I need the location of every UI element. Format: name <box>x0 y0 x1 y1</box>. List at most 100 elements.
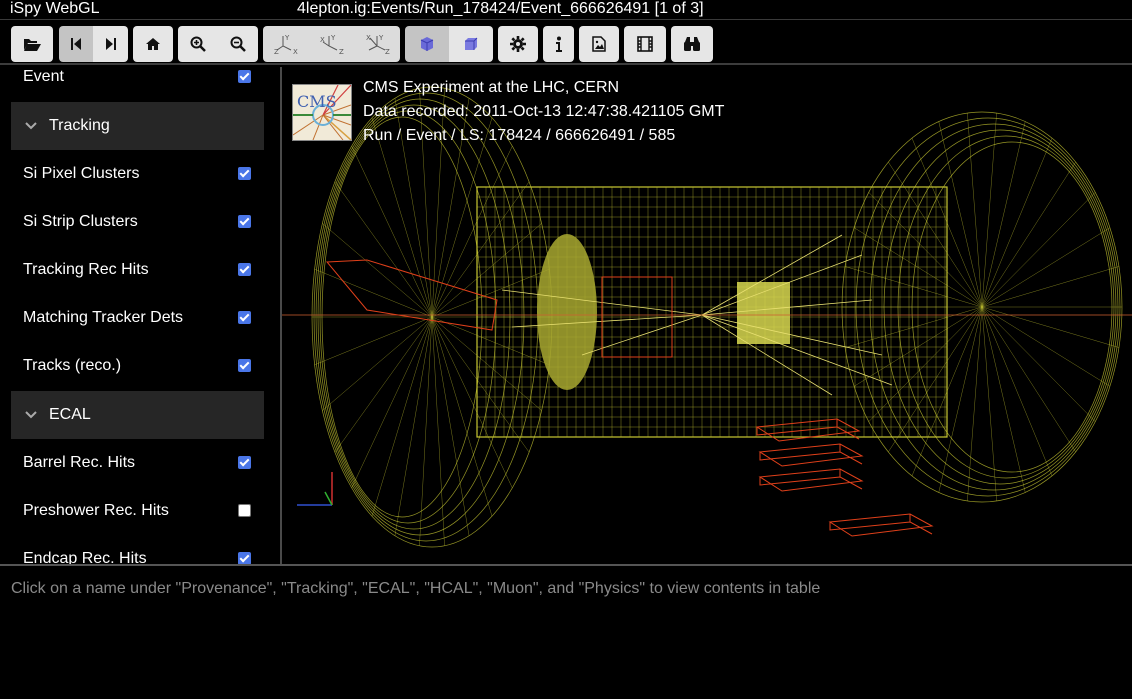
sidebar-item-tracking-rec-hits[interactable]: Tracking Rec Hits <box>0 246 264 294</box>
right-endcap-spoke <box>888 161 983 308</box>
home-view-button[interactable] <box>133 26 173 62</box>
left-endcap-spoke <box>351 316 433 489</box>
barrel-rec-hits-checkbox[interactable] <box>238 456 251 469</box>
left-endcap-spoke <box>322 223 433 318</box>
si-strip-clusters-checkbox[interactable] <box>238 215 251 228</box>
tracking-rec-hits-checkbox[interactable] <box>238 263 251 276</box>
left-endcap-spoke <box>431 316 530 453</box>
cube-perspective-icon <box>420 37 434 51</box>
info-icon <box>555 36 562 52</box>
info-button[interactable] <box>543 26 574 62</box>
film-icon <box>637 36 653 52</box>
right-endcap-spoke <box>981 192 1096 308</box>
left-endcap-spoke <box>431 316 470 536</box>
event-checkbox[interactable] <box>238 70 251 83</box>
left-endcap-spoke <box>334 181 433 318</box>
matching-tracker-dets-checkbox[interactable] <box>238 311 251 324</box>
right-endcap-spoke <box>981 306 1120 348</box>
sidebar-item-label: Matching Tracker Dets <box>23 309 184 326</box>
right-endcap-spoke <box>981 306 1053 476</box>
previous-event-button[interactable] <box>59 26 93 62</box>
right-endcap-spoke <box>868 192 983 308</box>
cms-logo-graphic: CMS <box>293 85 351 140</box>
app-name: iSpy WebGL <box>10 0 100 17</box>
svg-text:Y: Y <box>284 34 290 42</box>
search-button[interactable] <box>671 26 713 62</box>
axes-3d-icon: YZ X <box>366 34 390 56</box>
preshower-rec-hits-checkbox[interactable] <box>238 504 251 517</box>
track-line <box>701 314 893 386</box>
open-file-button[interactable] <box>11 26 53 62</box>
sidebar-item-label: Endcap Rec. Hits <box>23 550 147 564</box>
view-xy-button[interactable]: YX Z <box>263 26 309 62</box>
pixel-barrel-blob <box>737 282 790 344</box>
event-display-canvas[interactable]: CMS CMS Experiment at the LHC, CERN Data… <box>282 67 1132 564</box>
settings-button[interactable] <box>498 26 538 62</box>
right-endcap-spoke <box>981 121 1026 308</box>
tracker-endcap-blob <box>537 234 597 390</box>
sidebar-item-si-pixel-clusters[interactable]: Si Pixel Clusters <box>0 150 264 198</box>
perspective-button[interactable] <box>405 26 449 62</box>
svg-text:CMS: CMS <box>297 92 337 111</box>
section-label: Tracking <box>49 117 110 134</box>
animate-button[interactable] <box>624 26 666 62</box>
zoom-out-button[interactable] <box>218 26 258 62</box>
left-endcap-spoke <box>322 316 433 411</box>
left-endcap-spoke <box>314 316 433 366</box>
zoom-in-button[interactable] <box>178 26 218 62</box>
sidebar-item-barrel-rec-hits[interactable]: Barrel Rec. Hits <box>0 439 264 487</box>
event-file-title: 4lepton.ig:Events/Run_178424/Event_66662… <box>297 0 704 17</box>
endcap-rec-hits-checkbox[interactable] <box>238 552 251 564</box>
muon-chamber <box>758 468 864 492</box>
sidebar: Event Tracking Si Pixel Clusters Si Stri… <box>0 67 280 564</box>
sidebar-item-preshower-rec-hits[interactable]: Preshower Rec. Hits <box>0 487 264 535</box>
right-endcap-spoke <box>981 266 1120 308</box>
binoculars-icon <box>684 37 700 51</box>
axis-z <box>324 491 333 506</box>
section-ecal[interactable]: ECAL <box>11 391 264 439</box>
section-label: ECAL <box>49 406 91 423</box>
sidebar-item-event[interactable]: Event <box>0 67 264 101</box>
orthographic-button[interactable] <box>449 26 493 62</box>
right-endcap-spoke <box>981 306 997 501</box>
cube-orthographic-icon <box>465 37 478 50</box>
left-endcap-spoke <box>314 268 433 318</box>
step-backward-icon <box>71 38 81 50</box>
export-image-button[interactable] <box>579 26 619 62</box>
right-endcap-spoke <box>844 306 983 348</box>
zoom-in-icon <box>190 36 206 52</box>
left-endcap-spoke <box>419 88 433 318</box>
left-endcap-spoke <box>431 268 550 318</box>
left-endcap-spoke <box>431 223 542 318</box>
sidebar-item-matching-tracker-dets[interactable]: Matching Tracker Dets <box>0 294 264 342</box>
tracks-reco-checkbox[interactable] <box>238 359 251 372</box>
right-endcap-spoke <box>981 306 1111 387</box>
next-event-button[interactable] <box>93 26 128 62</box>
left-endcap-spoke <box>371 117 433 318</box>
si-pixel-clusters-checkbox[interactable] <box>238 167 251 180</box>
muon-chamber <box>828 513 934 537</box>
axes-rz-icon: YZ X <box>320 34 344 56</box>
svg-text:X: X <box>293 48 298 56</box>
table-panel: Click on a name under "Provenance", "Tra… <box>0 566 1132 699</box>
home-icon <box>146 38 160 50</box>
left-endcap-spoke <box>431 88 445 318</box>
sidebar-item-endcap-rec-hits[interactable]: Endcap Rec. Hits <box>0 535 264 564</box>
step-forward-icon <box>105 38 116 50</box>
sidebar-item-label: Si Pixel Clusters <box>23 165 140 182</box>
muon-chamber <box>325 259 498 331</box>
right-endcap-spoke <box>981 138 1053 308</box>
svg-text:Z: Z <box>385 48 390 56</box>
svg-text:Y: Y <box>378 34 384 42</box>
right-endcap-spoke <box>868 306 983 422</box>
sidebar-item-si-strip-clusters[interactable]: Si Strip Clusters <box>0 198 264 246</box>
left-endcap-spoke <box>394 316 433 536</box>
section-tracking[interactable]: Tracking <box>11 102 264 150</box>
view-3d-button[interactable]: YZ X <box>355 26 400 62</box>
view-rz-button[interactable]: YZ X <box>309 26 355 62</box>
left-endcap-spoke <box>351 145 433 318</box>
right-endcap-spoke <box>981 113 997 308</box>
right-endcap-spoke <box>967 113 983 308</box>
sidebar-item-tracks-reco[interactable]: Tracks (reco.) <box>0 342 264 390</box>
toolbar: YXZ YZX YZX <box>0 21 1132 65</box>
